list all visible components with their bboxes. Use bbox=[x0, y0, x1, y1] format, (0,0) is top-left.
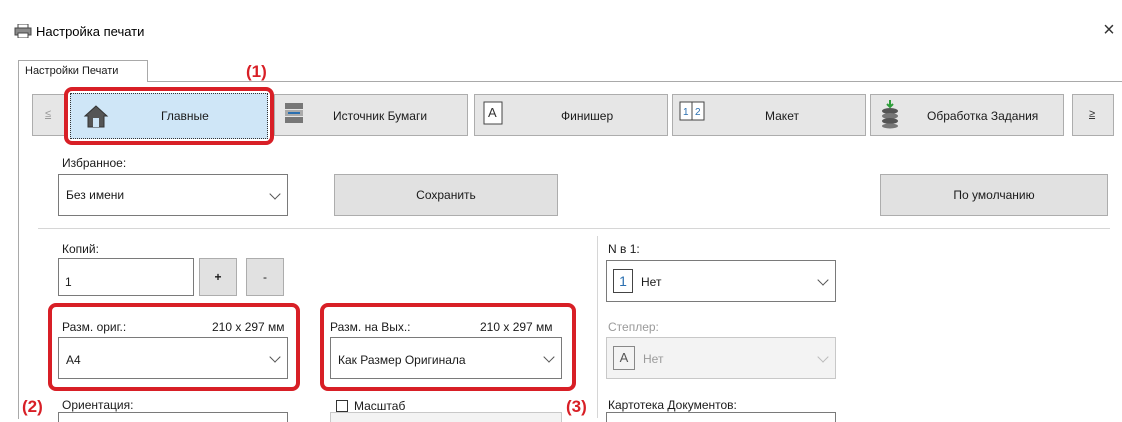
next-label: ≥ bbox=[1089, 108, 1096, 120]
zoom-checkbox[interactable] bbox=[336, 400, 348, 412]
svg-text:1: 1 bbox=[683, 107, 689, 118]
chevron-down-icon bbox=[269, 188, 281, 200]
default-label: По умолчанию bbox=[953, 188, 1035, 202]
callout-2-box bbox=[48, 303, 300, 391]
callout-2-label: (2) bbox=[22, 397, 43, 416]
prev-label: ≤ bbox=[45, 108, 52, 120]
copies-plus-button[interactable]: + bbox=[199, 258, 237, 296]
nav-paper-label: Источник Бумаги bbox=[333, 109, 428, 123]
favorites-label: Избранное: bbox=[62, 156, 127, 170]
orientation-select[interactable] bbox=[58, 412, 288, 422]
n-up-select[interactable]: 1 Нет bbox=[606, 260, 836, 302]
zoom-field[interactable] bbox=[330, 412, 562, 422]
printer-icon bbox=[14, 24, 32, 38]
svg-text:2: 2 bbox=[695, 107, 701, 118]
n-up-value: Нет bbox=[641, 275, 662, 289]
copies-input[interactable]: 1 bbox=[58, 258, 194, 296]
stapler-value: Нет bbox=[643, 352, 664, 366]
default-button[interactable]: По умолчанию bbox=[880, 174, 1108, 216]
svg-text:A: A bbox=[488, 105, 497, 120]
nav-layout-label: Макет bbox=[765, 109, 799, 123]
copies-label: Копий: bbox=[62, 242, 99, 256]
callout-1-box bbox=[64, 87, 274, 145]
window-title: Настройка печати bbox=[36, 24, 145, 39]
divider bbox=[597, 236, 598, 418]
job-stack-icon bbox=[882, 100, 898, 129]
callout-1-label: (1) bbox=[246, 62, 267, 81]
n-up-label: N в 1: bbox=[608, 242, 640, 256]
tab-print-settings[interactable]: Настройки Печати bbox=[18, 60, 148, 82]
doc-filing-label: Картотека Документов: bbox=[608, 398, 737, 412]
title-bar bbox=[0, 0, 1122, 58]
doc-filing-select[interactable] bbox=[606, 412, 836, 422]
copies-value: 1 bbox=[65, 275, 72, 289]
copies-minus-button[interactable]: - bbox=[246, 258, 284, 296]
paper-tray-icon bbox=[285, 103, 303, 123]
finisher-a-icon: A bbox=[483, 101, 503, 125]
chevron-down-icon bbox=[817, 274, 829, 286]
nav-next-button[interactable]: ≥ bbox=[1072, 94, 1114, 136]
nav-prev-button[interactable]: ≤ bbox=[32, 94, 66, 136]
callout-3-label: (3) bbox=[566, 397, 587, 416]
tab-label: Настройки Печати bbox=[25, 65, 119, 77]
divider bbox=[38, 228, 1110, 229]
nav-finisher-label: Финишер bbox=[561, 109, 614, 123]
save-button[interactable]: Сохранить bbox=[334, 174, 558, 216]
stapler-badge: A bbox=[613, 346, 635, 370]
minus-label: - bbox=[263, 270, 267, 284]
zoom-label: Масштаб bbox=[354, 399, 406, 413]
favorites-select[interactable]: Без имени bbox=[58, 174, 288, 216]
n-up-badge: 1 bbox=[613, 269, 633, 293]
stapler-select[interactable]: A Нет bbox=[606, 337, 836, 379]
nav-job-handling-button[interactable]: Обработка Задания bbox=[870, 94, 1064, 136]
nav-layout-button[interactable]: 1 2 Макет bbox=[672, 94, 866, 136]
layout-12-icon: 1 2 bbox=[679, 101, 705, 121]
plus-label: + bbox=[214, 270, 222, 284]
save-label: Сохранить bbox=[416, 188, 476, 202]
favorites-value: Без имени bbox=[66, 188, 125, 202]
callout-3-box bbox=[320, 303, 576, 391]
orientation-label: Ориентация: bbox=[62, 398, 134, 412]
stapler-label: Степлер: bbox=[608, 320, 659, 334]
nav-paper-source-button[interactable]: Источник Бумаги bbox=[274, 94, 468, 136]
nav-finisher-button[interactable]: A Финишер bbox=[474, 94, 668, 136]
close-icon[interactable]: × bbox=[1098, 18, 1120, 42]
chevron-down-icon bbox=[817, 351, 829, 363]
nav-job-label: Обработка Задания bbox=[927, 109, 1039, 123]
